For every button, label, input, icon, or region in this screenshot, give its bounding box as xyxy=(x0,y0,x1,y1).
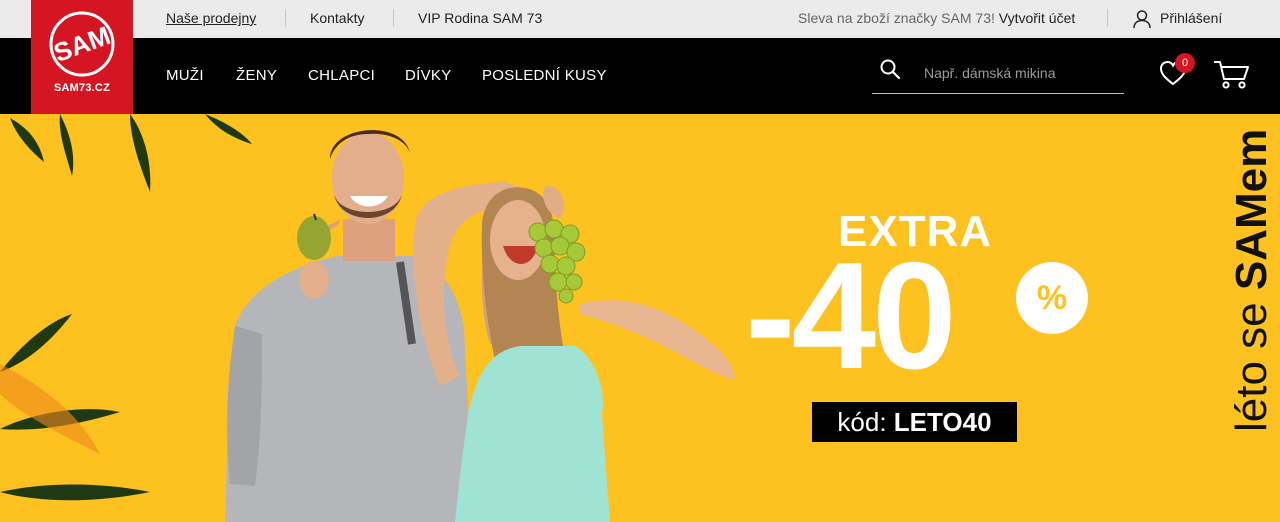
cart-icon[interactable] xyxy=(1212,58,1250,90)
divider xyxy=(393,9,394,27)
percent-badge: % xyxy=(1016,262,1088,334)
link-nase-prodejny[interactable]: Naše prodejny xyxy=(166,0,256,38)
search-input[interactable] xyxy=(924,61,1120,85)
campaign-tagline: léto se SAMem xyxy=(1224,114,1280,432)
wishlist-count-badge: 0 xyxy=(1175,53,1195,73)
user-icon[interactable] xyxy=(1131,8,1153,30)
nav-item-muzi[interactable]: MUŽI xyxy=(166,38,204,114)
tagline-prefix: léto se xyxy=(1227,302,1276,432)
nav-item-zeny[interactable]: ŽENY xyxy=(236,38,277,114)
nav-item-divky[interactable]: DÍVKY xyxy=(405,38,452,114)
create-account-link[interactable]: Vytvořit účet xyxy=(999,10,1076,26)
login-link[interactable]: Přihlášení xyxy=(1160,0,1222,38)
discount-value: -40 xyxy=(745,231,957,401)
promo-code-value: LETO40 xyxy=(893,407,992,437)
search-icon[interactable] xyxy=(878,57,902,86)
nav-item-chlapci[interactable]: CHLAPCI xyxy=(308,38,375,114)
sam-emblem-icon: SAM xyxy=(49,11,115,77)
tagline-brand: SAMem xyxy=(1227,128,1276,291)
utility-bar: Naše prodejny Kontakty VIP Rodina SAM 73… xyxy=(0,0,1280,38)
divider xyxy=(1107,9,1108,27)
logo-emblem-text: SAM xyxy=(50,20,115,68)
promo-code-box: kód: LETO40 xyxy=(812,402,1017,442)
divider xyxy=(285,9,286,27)
hero-banner[interactable]: EXTRA -40 % kód: LETO40 léto se SAMem xyxy=(0,114,1280,522)
site-logo[interactable]: SAM SAM73.CZ xyxy=(31,0,133,114)
promo-text: Sleva na zboží značky SAM 73! Vytvořit ú… xyxy=(798,0,1075,38)
link-kontakty[interactable]: Kontakty xyxy=(310,0,364,38)
logo-text: SAM73.CZ xyxy=(54,82,110,94)
promo-code-label: kód: xyxy=(837,407,887,437)
promo-message: Sleva na zboží značky SAM 73! xyxy=(798,10,995,26)
hero-photo xyxy=(0,114,735,522)
search-bar xyxy=(872,55,1124,94)
nav-item-posledni-kusy[interactable]: POSLEDNÍ KUSY xyxy=(482,38,607,114)
link-vip-rodina[interactable]: VIP Rodina SAM 73 xyxy=(418,0,542,38)
